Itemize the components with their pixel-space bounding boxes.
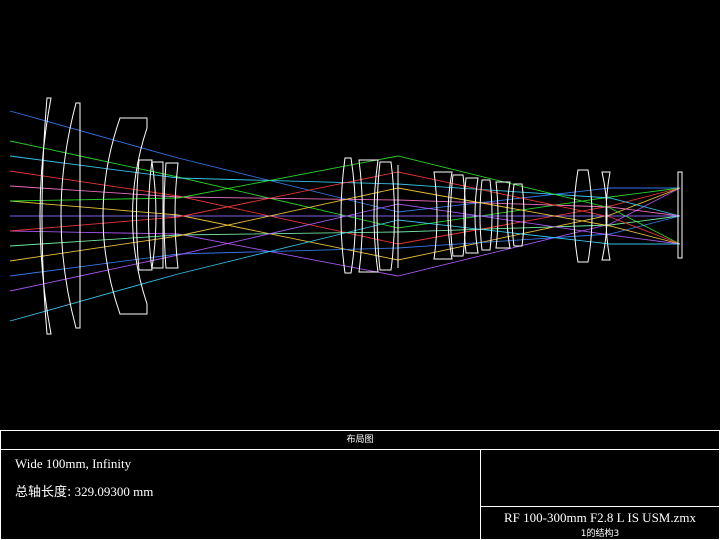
file-info: RF 100-300mm F2.8 L IS USM.zmx 1的结构3: [481, 506, 719, 540]
info-panel: Wide 100mm, Infinity 总轴长度: 329.09300 mm: [1, 450, 481, 539]
image-plane: [677, 171, 683, 259]
lens-element-4: [136, 159, 153, 271]
total-length-label: 总轴长度:: [15, 485, 72, 500]
ray-trace: [9, 203, 681, 292]
optical-layout-diagram: [9, 97, 683, 335]
layout-title: 布局图: [1, 431, 719, 450]
configuration-number: 1的结构3: [580, 529, 620, 539]
lens-element-2: [60, 102, 81, 329]
title-block: 布局图 Wide 100mm, Infinity 总轴长度: 329.09300…: [0, 430, 720, 540]
configuration-description: Wide 100mm, Infinity: [15, 456, 132, 471]
file-panel: RF 100-300mm F2.8 L IS USM.zmx 1的结构3: [481, 450, 719, 539]
lens-element-15: [511, 183, 525, 247]
lens-element-6: [163, 162, 179, 269]
ray-trace: [9, 140, 681, 229]
ray-fan: [9, 110, 681, 322]
file-name: RF 100-300mm F2.8 L IS USM.zmx: [503, 510, 696, 525]
lens-element-10: [433, 171, 453, 260]
lens-element-5: [151, 161, 164, 269]
total-length-value: 329.09300 mm: [74, 484, 154, 499]
total-length: 总轴长度: 329.09300 mm: [15, 481, 153, 500]
